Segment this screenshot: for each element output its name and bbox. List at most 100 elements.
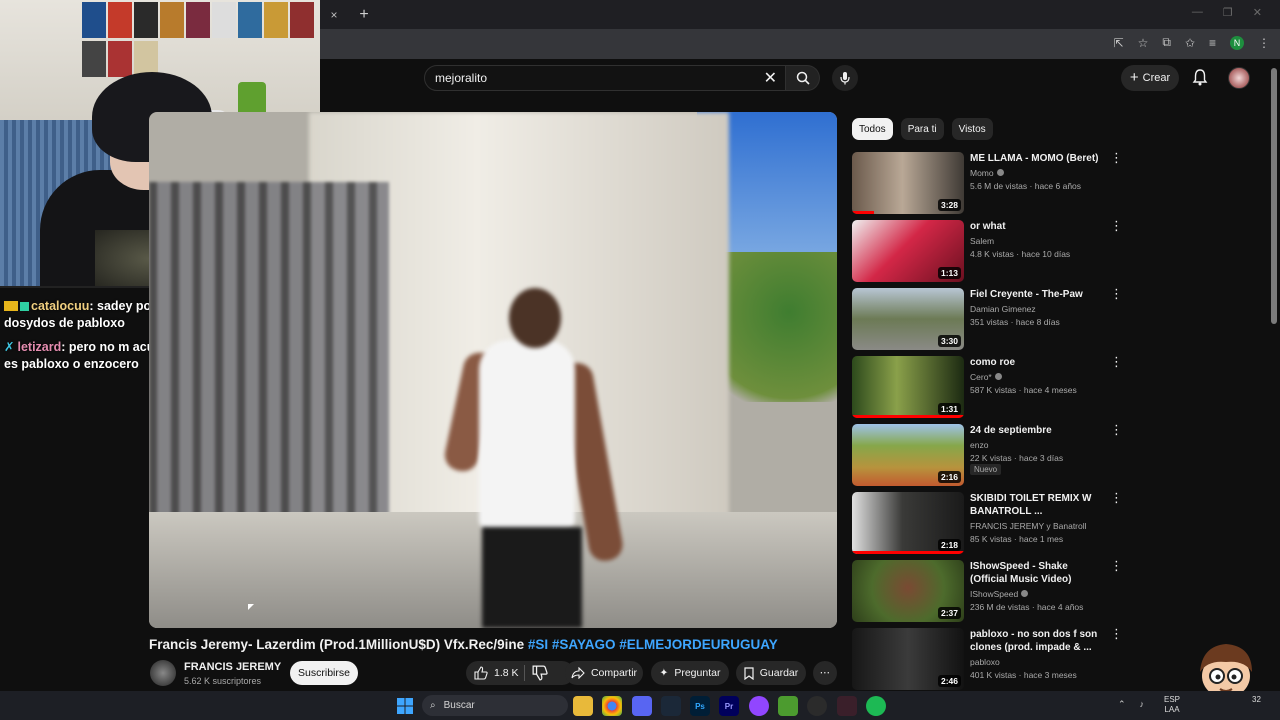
- more-options-icon[interactable]: ⋮: [1110, 219, 1123, 232]
- video-thumbnail[interactable]: 1:13: [852, 220, 964, 282]
- photoshop-icon[interactable]: Ps: [690, 696, 710, 716]
- more-options-icon[interactable]: ⋮: [1110, 491, 1123, 504]
- tab-close-icon[interactable]: ×: [326, 8, 342, 22]
- channel-avatar[interactable]: [150, 660, 176, 686]
- tray-chevron-icon[interactable]: ⌃: [1118, 699, 1126, 710]
- recommendation-item[interactable]: 1:13 or what Salem 4.8 K vistas · hace 1…: [852, 219, 1123, 282]
- premiere-icon[interactable]: Pr: [719, 696, 739, 716]
- chip-vistos[interactable]: Vistos: [951, 118, 993, 140]
- tray-mic-icon[interactable]: ♪: [1140, 699, 1145, 710]
- browser-address-bar[interactable]: ⇱ ☆ ⧉ ✩ ≡ N ⋮: [320, 29, 1280, 59]
- recommendation-channel[interactable]: Momo: [970, 168, 1004, 178]
- subscriber-count: 5.62 K suscriptores: [184, 676, 262, 686]
- watch-progress: [852, 551, 964, 554]
- save-button[interactable]: Guardar: [736, 661, 806, 685]
- browser-menu-icon[interactable]: ⋮: [1258, 36, 1270, 50]
- language-line2: LAA: [1164, 705, 1180, 714]
- language-indicator[interactable]: ESP LAA: [1164, 695, 1180, 715]
- recommendation-channel[interactable]: Damian Gimenez: [970, 304, 1036, 314]
- chrome-icon[interactable]: [602, 696, 622, 716]
- recommendation-item[interactable]: 3:30 Fiel Creyente - The-Paw Damian Gime…: [852, 287, 1123, 350]
- thumbs-up-icon: [474, 666, 488, 680]
- video-thumbnail[interactable]: 3:28: [852, 152, 964, 214]
- more-options-icon[interactable]: ⋮: [1110, 627, 1123, 640]
- minecraft-icon[interactable]: [778, 696, 798, 716]
- more-options-icon[interactable]: ⋮: [1110, 559, 1123, 572]
- ask-button[interactable]: ✦ Preguntar: [651, 661, 729, 685]
- twitch-icon[interactable]: [749, 696, 769, 716]
- hashtag-link[interactable]: #SAYAGO: [552, 637, 616, 652]
- bookmarks-icon[interactable]: ✩: [1185, 36, 1195, 50]
- crown-badge-icon: [4, 301, 18, 311]
- thumbs-down-icon[interactable]: [532, 664, 548, 682]
- install-app-icon[interactable]: ⇱: [1114, 36, 1124, 50]
- video-thumbnail[interactable]: 3:30: [852, 288, 964, 350]
- video-gate: [149, 182, 389, 542]
- recommendation-channel[interactable]: Salem: [970, 236, 994, 246]
- video-thumbnail[interactable]: 2:46: [852, 628, 964, 690]
- share-icon: [571, 667, 585, 679]
- chip-todos[interactable]: Todos: [852, 118, 893, 140]
- more-options-icon[interactable]: ⋮: [1110, 355, 1123, 368]
- recommendation-title: or what: [970, 221, 1006, 232]
- duration-badge: 1:31: [937, 403, 961, 415]
- spotify-icon[interactable]: [866, 696, 886, 716]
- new-tab-button[interactable]: +: [356, 6, 372, 24]
- recommendation-item[interactable]: 2:37 IShowSpeed - Shake (Official Music …: [852, 559, 1123, 622]
- bookmark-star-icon[interactable]: ☆: [1138, 36, 1149, 50]
- video-thumbnail[interactable]: 2:16: [852, 424, 964, 486]
- recommendation-item[interactable]: 2:16 24 de septiembre enzo 22 K vistas ·…: [852, 423, 1123, 486]
- close-window-icon[interactable]: ✕: [1253, 6, 1262, 19]
- taskbar-search[interactable]: ⌕ Buscar: [422, 695, 568, 716]
- more-options-icon[interactable]: ⋮: [1110, 287, 1123, 300]
- discord-icon[interactable]: [632, 696, 652, 716]
- extensions-icon[interactable]: ⧉: [1162, 35, 1171, 50]
- minimize-icon[interactable]: —: [1192, 6, 1203, 19]
- obs-icon[interactable]: [807, 696, 827, 716]
- like-button[interactable]: 1.8 K: [466, 661, 574, 685]
- file-explorer-icon[interactable]: [573, 696, 593, 716]
- maximize-icon[interactable]: ❐: [1223, 6, 1233, 19]
- voice-search-button[interactable]: [832, 65, 858, 91]
- recommendation-meta: 4.8 K vistas · hace 10 días: [970, 249, 1071, 259]
- recommendation-item[interactable]: 2:18 SKIBIDI TOILET REMIX W BANATROLL ..…: [852, 491, 1123, 554]
- channel-name[interactable]: FRANCIS JEREMY: [184, 661, 281, 673]
- clear-search-icon[interactable]: ✕: [764, 68, 777, 88]
- share-button[interactable]: Compartir: [565, 661, 643, 685]
- recommendation-channel[interactable]: Cero*: [970, 372, 1002, 382]
- page-scrollbar[interactable]: [1271, 68, 1277, 324]
- more-options-icon[interactable]: ⋮: [1110, 151, 1123, 164]
- video-player[interactable]: [149, 112, 837, 628]
- sword-badge-icon: ✗: [4, 340, 15, 354]
- taskbar-clock[interactable]: 32: [1252, 695, 1261, 704]
- video-thumbnail[interactable]: 2:18: [852, 492, 964, 554]
- recommendation-item[interactable]: 3:28 ME LLAMA - MOMO (Beret) Momo 5.6 M …: [852, 151, 1123, 214]
- media-controls-icon[interactable]: ≡: [1209, 36, 1216, 50]
- steam-icon[interactable]: [661, 696, 681, 716]
- sparkle-icon: ✦: [659, 667, 669, 679]
- recommendation-channel[interactable]: IShowSpeed: [970, 589, 1029, 599]
- search-button[interactable]: [786, 65, 820, 91]
- create-button[interactable]: + Crear: [1121, 65, 1179, 91]
- recommendation-channel[interactable]: FRANCIS JEREMY y Banatroll: [970, 521, 1087, 531]
- video-thumbnail[interactable]: 1:31: [852, 356, 964, 418]
- more-options-icon[interactable]: ⋮: [1110, 423, 1123, 436]
- recommendation-item[interactable]: 2:46 pabloxo - no son dos f son clones (…: [852, 627, 1123, 690]
- video-thumbnail[interactable]: 2:37: [852, 560, 964, 622]
- start-menu-icon[interactable]: [395, 696, 415, 716]
- hashtag-link[interactable]: #SI: [528, 637, 548, 652]
- app-icon[interactable]: [837, 696, 857, 716]
- notifications-bell-icon[interactable]: [1192, 68, 1208, 86]
- chip-para-ti[interactable]: Para ti: [900, 118, 944, 140]
- filter-chips: Todos Para ti Vistos: [852, 118, 993, 140]
- subscribe-button[interactable]: Suscribirse: [290, 661, 358, 685]
- account-avatar[interactable]: [1228, 67, 1250, 89]
- recommendation-channel[interactable]: enzo: [970, 440, 988, 450]
- recommendation-channel[interactable]: pabloxo: [970, 657, 1000, 667]
- hashtag-link[interactable]: #ELMEJORDEURUGUAY: [619, 637, 778, 652]
- search-input[interactable]: mejoralito ✕: [424, 65, 786, 91]
- profile-icon[interactable]: N: [1230, 35, 1244, 50]
- more-actions-icon[interactable]: ⋯: [813, 661, 837, 685]
- recommendation-item[interactable]: 1:31 como roe Cero* 587 K vistas · hace …: [852, 355, 1123, 418]
- video-person-head: [509, 288, 561, 348]
